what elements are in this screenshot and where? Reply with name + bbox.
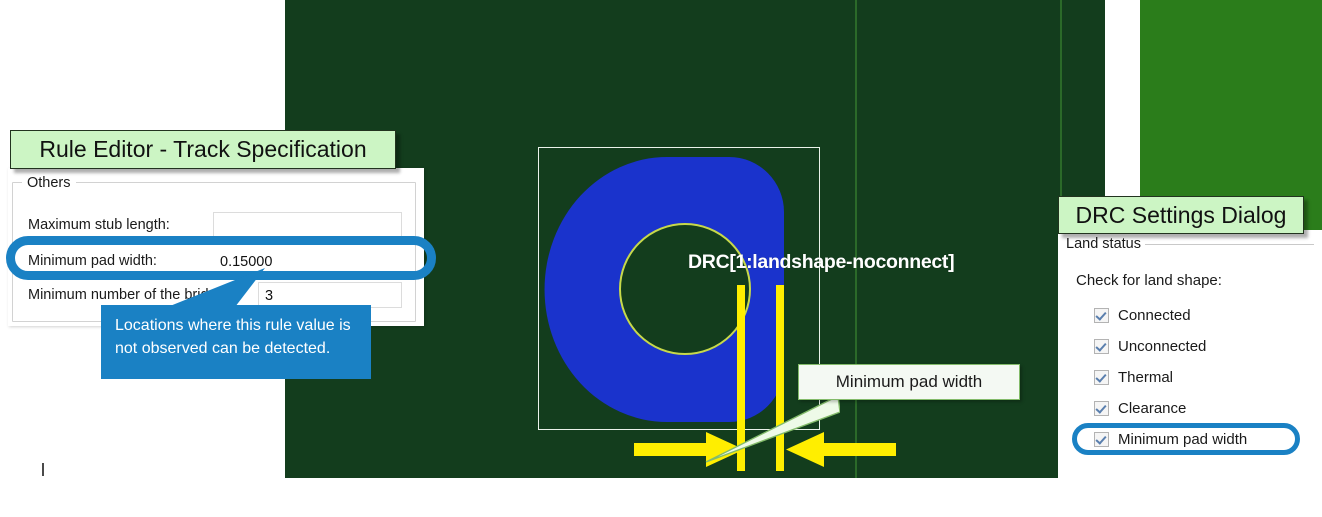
land-status-title: Land status: [1062, 236, 1145, 252]
checkbox-row-clearance[interactable]: Clearance: [1094, 395, 1186, 421]
callout-label: Minimum pad width: [835, 372, 983, 391]
drc-row-highlight: [1072, 423, 1300, 455]
checkbox-unconnected-label: Unconnected: [1118, 337, 1207, 355]
pad-shape: [537, 152, 785, 424]
drc-settings-title-badge: DRC Settings Dialog: [1058, 196, 1304, 234]
drc-violation-label: DRC[1:landshape-noconnect]: [688, 251, 955, 273]
checkbox-row-thermal[interactable]: Thermal: [1094, 364, 1173, 390]
drc-settings-title-text: DRC Settings Dialog: [1075, 201, 1287, 228]
checkbox-clearance-icon[interactable]: [1094, 400, 1109, 416]
maximum-stub-length-input[interactable]: [213, 212, 402, 238]
callout-leader-line: [705, 394, 840, 463]
checkbox-row-unconnected[interactable]: Unconnected: [1094, 333, 1206, 359]
rule-editor-title-text: Rule Editor - Track Specification: [39, 136, 367, 162]
minimum-pad-width-callout: Minimum pad width: [798, 364, 1020, 400]
checkbox-unconnected-icon[interactable]: [1094, 338, 1109, 354]
tooltip-text: Locations where this rule value is not o…: [115, 317, 351, 357]
checkbox-thermal-icon[interactable]: [1094, 369, 1109, 385]
checkbox-connected-icon[interactable]: [1094, 307, 1109, 323]
page-tick-mark: [42, 463, 44, 476]
band-edge-line-left: [855, 0, 857, 478]
checkbox-thermal-label: Thermal: [1118, 368, 1174, 386]
checkbox-clearance-label: Clearance: [1118, 399, 1187, 417]
maximum-stub-length-label: Maximum stub length:: [28, 217, 170, 233]
rule-editor-title-badge: Rule Editor - Track Specification: [10, 130, 396, 169]
rule-tooltip: Locations where this rule value is not o…: [101, 305, 371, 379]
checkbox-connected-label: Connected: [1118, 306, 1191, 324]
check-for-land-shape-label: Check for land shape:: [1076, 272, 1222, 289]
others-group-title: Others: [22, 175, 76, 191]
checkbox-row-connected[interactable]: Connected: [1094, 302, 1191, 328]
